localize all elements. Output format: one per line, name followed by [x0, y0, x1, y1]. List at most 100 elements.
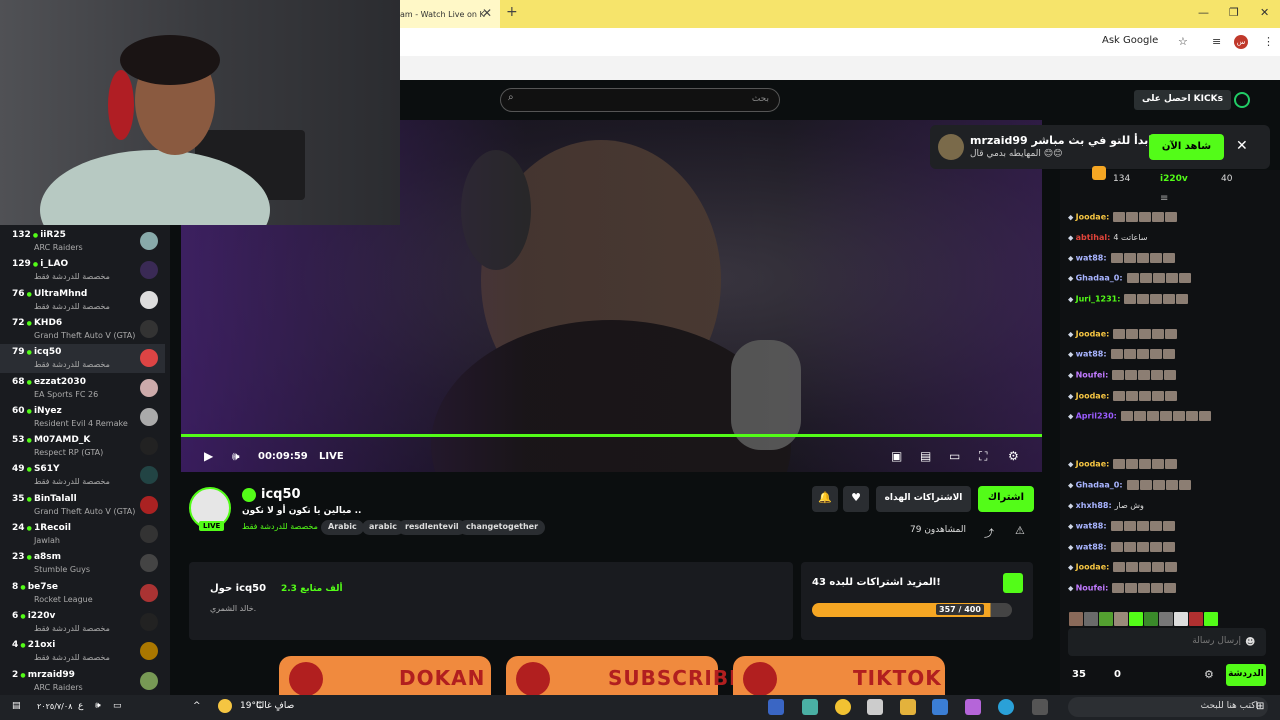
stream-category[interactable]: مخصصة للدردشة فقط: [242, 522, 318, 531]
notification-bell-icon[interactable]: 🔔: [812, 486, 838, 512]
volume-icon[interactable]: 🕪: [232, 449, 240, 464]
chat-username[interactable]: Joodae:: [1076, 460, 1110, 469]
sidebar-channel[interactable]: 8 ● be7se Rocket League: [0, 579, 165, 608]
chat-settings-icon[interactable]: ⚙: [1204, 668, 1214, 681]
video-progress-bar[interactable]: [181, 434, 1042, 437]
live-dot-icon: ●: [24, 319, 34, 327]
channel-viewers-and-name: 60 ● iNyez: [12, 406, 62, 416]
profile-avatar[interactable]: س: [1234, 35, 1248, 49]
chat-username[interactable]: wat88:: [1076, 522, 1107, 531]
live-dot-icon: ●: [24, 554, 34, 562]
close-notification-icon[interactable]: ✕: [1236, 138, 1248, 154]
chat-username[interactable]: Joodae:: [1076, 330, 1110, 339]
emote-bar[interactable]: [1068, 608, 1268, 626]
notifications-icon[interactable]: ▤: [12, 701, 21, 711]
file-explorer-icon[interactable]: [900, 699, 916, 715]
mini-player-icon[interactable]: ▣: [891, 449, 902, 463]
sidebar-channel[interactable]: 6 ● i220v مخصصة للدردشة فقط: [0, 608, 165, 637]
chat-username[interactable]: Joodae:: [1076, 213, 1110, 222]
tag[interactable]: changetogether: [459, 520, 546, 535]
copilot-icon[interactable]: [965, 699, 981, 715]
chat-username[interactable]: xhxh88:: [1076, 501, 1112, 510]
taskbar-search[interactable]: اكتب هنا للبحث: [1068, 697, 1268, 717]
settings-gear-icon[interactable]: ⚙: [1008, 449, 1019, 463]
close-tab-icon[interactable]: ✕: [482, 6, 492, 20]
theater-mode-icon[interactable]: ▤: [920, 449, 931, 463]
chat-message-input[interactable]: إرسال رسالة: [1068, 628, 1266, 656]
tiktok-banner[interactable]: TIKTOK: [733, 656, 945, 696]
dokan-banner[interactable]: DOKAN: [279, 656, 491, 696]
gift-subscriptions-button[interactable]: الاشتراكات الهداه: [876, 486, 971, 512]
chat-send-button[interactable]: الدردشة: [1226, 664, 1266, 686]
watch-now-button[interactable]: شاهد الآن: [1149, 134, 1224, 160]
sidebar-channel[interactable]: 68 ● ezzat2030 EA Sports FC 26: [0, 374, 165, 403]
chat-username[interactable]: Juri_1231:: [1076, 295, 1121, 304]
chat-username[interactable]: wat88:: [1076, 350, 1107, 359]
app-icon[interactable]: [768, 699, 784, 715]
play-icon[interactable]: ▶: [204, 449, 213, 463]
kick-logo-icon[interactable]: [1234, 92, 1250, 108]
share-icon[interactable]: ⤴: [984, 525, 994, 540]
sidebar-channel[interactable]: 129 ● i_LAO مخصصة للدردشة فقط: [0, 256, 165, 285]
fullscreen-icon[interactable]: ⛶: [979, 449, 987, 464]
close-window-icon[interactable]: ✕: [1260, 6, 1269, 19]
chat-username[interactable]: Joodae:: [1076, 563, 1110, 572]
sidebar-channel[interactable]: 2 ● mrzaid99 ARC Raiders: [0, 667, 165, 696]
minimize-icon[interactable]: —: [1198, 6, 1209, 19]
sidebar-channel[interactable]: 60 ● iNyez Resident Evil 4 Remake: [0, 403, 165, 432]
chat-badge-icon: ◆: [1068, 234, 1076, 242]
menu-icon[interactable]: ⋮: [1263, 35, 1274, 48]
reading-list-icon[interactable]: ≡: [1212, 35, 1221, 48]
subscribe-banner[interactable]: SUBSCRIBE: [506, 656, 743, 696]
sidebar-channel[interactable]: 132 ● iiR25 ARC Raiders: [0, 227, 165, 256]
search-input[interactable]: بحث: [500, 88, 780, 112]
app-icon[interactable]: [802, 699, 818, 715]
chrome-icon[interactable]: [835, 699, 851, 715]
network-icon[interactable]: ▭: [113, 701, 122, 711]
chat-username[interactable]: Noufei:: [1076, 584, 1109, 593]
sidebar-channel[interactable]: 24 ● 1Recoil Jawlah: [0, 520, 165, 549]
windows-start-icon[interactable]: ⊞: [1256, 701, 1264, 712]
chat-username[interactable]: Ghadaa_0:: [1076, 274, 1123, 283]
volume-tray-icon[interactable]: 🕪: [95, 701, 101, 711]
sidebar-channel[interactable]: 79 ● icq50 مخصصة للدردشة فقط: [0, 344, 165, 374]
sidebar-channel[interactable]: 76 ● UltraMhnd مخصصة للدردشة فقط: [0, 286, 165, 315]
restore-icon[interactable]: ❐: [1229, 6, 1239, 19]
edge-icon[interactable]: [998, 699, 1014, 715]
app-icon[interactable]: [867, 699, 883, 715]
sidebar-channel[interactable]: 72 ● KHD6 Grand Theft Auto V (GTA): [0, 315, 165, 344]
task-view-icon[interactable]: [1032, 699, 1048, 715]
chat-message: ◆ Ghadaa_0:: [1068, 480, 1191, 490]
sidebar-channel[interactable]: 49 ● S61Y مخصصة للدردشة فقط: [0, 461, 165, 490]
chat-username[interactable]: abtihal:: [1076, 233, 1111, 242]
chat-username[interactable]: wat88:: [1076, 543, 1107, 552]
get-kicks-button[interactable]: احصل على KICKs: [1134, 90, 1231, 110]
report-warning-icon[interactable]: ⚠: [1015, 524, 1025, 537]
streamer-name[interactable]: icq50: [261, 487, 301, 502]
wide-mode-icon[interactable]: ▭: [949, 449, 960, 463]
chat-username[interactable]: Joodae:: [1076, 392, 1110, 401]
chat-username[interactable]: Noufei:: [1076, 371, 1109, 380]
mail-icon[interactable]: [932, 699, 948, 715]
ask-google-button[interactable]: Ask Google: [1102, 35, 1158, 46]
tag[interactable]: Arabic: [321, 520, 364, 535]
new-tab-icon[interactable]: +: [506, 4, 518, 20]
follow-button[interactable]: اشتراك: [978, 486, 1034, 512]
sidebar-channel[interactable]: 4 ● 21oxi مخصصة للدردشة فقط: [0, 637, 165, 666]
favorite-heart-icon[interactable]: ♥: [843, 486, 869, 512]
sidebar-channel[interactable]: 53 ● M07AMD_K Respect RP (GTA): [0, 432, 165, 461]
emoji-icon[interactable]: ☻: [1245, 637, 1255, 648]
chat-emote: [1164, 370, 1177, 380]
sidebar-channel[interactable]: 35 ● BinTalall Grand Theft Auto V (GTA): [0, 491, 165, 520]
show-hidden-icons[interactable]: ^: [193, 701, 201, 711]
chat-username[interactable]: Ghadaa_0:: [1076, 481, 1123, 490]
chat-username[interactable]: April230:: [1076, 412, 1117, 421]
sub-goal-gift-button[interactable]: [1003, 573, 1023, 593]
tag[interactable]: resdlentevil: [398, 520, 466, 535]
sidebar-channel[interactable]: 23 ● a8sm Stumble Guys: [0, 549, 165, 578]
keyboard-language[interactable]: ع: [78, 701, 83, 711]
chat-username[interactable]: wat88:: [1076, 254, 1107, 263]
bookmark-star-icon[interactable]: ☆: [1178, 35, 1188, 48]
chat-filter-icon[interactable]: ≡: [1160, 193, 1168, 204]
channel-name: be7se: [27, 581, 58, 592]
